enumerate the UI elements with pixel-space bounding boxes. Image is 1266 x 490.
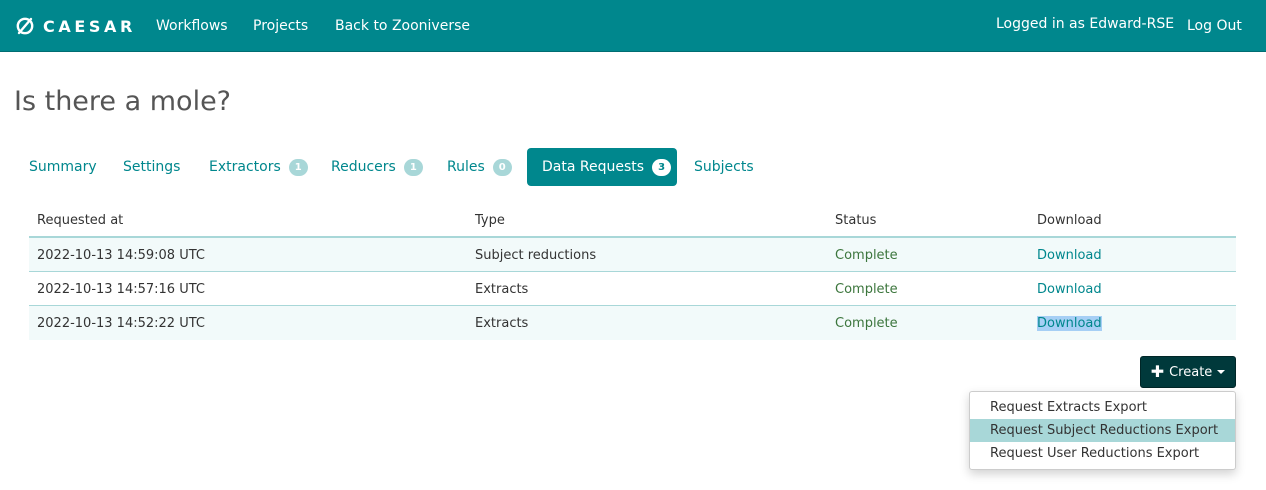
tab-rules[interactable]: Rules 0: [432, 148, 527, 186]
tab-subjects[interactable]: Subjects: [679, 148, 769, 186]
table-row: 2022-10-13 14:52:22 UTC Extracts Complet…: [29, 306, 1236, 340]
tab-data-requests[interactable]: Data Requests 3: [527, 148, 677, 186]
count-badge: 1: [403, 158, 423, 176]
requested-at-cell: 2022-10-13 14:57:16 UTC: [37, 282, 205, 297]
nav-projects[interactable]: Projects: [253, 0, 308, 52]
plus-icon: ✚: [1150, 362, 1165, 381]
logout-link[interactable]: Log Out: [1187, 0, 1242, 52]
tab-settings[interactable]: Settings: [108, 148, 195, 186]
nav-workflows[interactable]: Workflows: [156, 0, 228, 52]
create-label: Create: [1169, 364, 1213, 380]
top-navbar: CAESAR Workflows Projects Back to Zooniv…: [0, 0, 1266, 52]
requested-at-cell: 2022-10-13 14:52:22 UTC: [37, 316, 205, 331]
menu-item-request-subject-reductions-export[interactable]: Request Subject Reductions Export: [970, 419, 1235, 442]
nav-back-to-zooniverse[interactable]: Back to Zooniverse: [335, 0, 470, 52]
download-link[interactable]: Download: [1037, 282, 1102, 297]
page-title: Is there a mole?: [14, 86, 232, 117]
table-header: Requested at Type Status Download: [29, 203, 1236, 238]
tab-label: Summary: [29, 159, 97, 175]
column-header-requested-at: Requested at: [37, 213, 124, 228]
status-cell: Complete: [835, 248, 898, 263]
status-cell: Complete: [835, 282, 898, 297]
tab-label: Rules: [447, 159, 485, 175]
column-header-type: Type: [475, 213, 505, 228]
tab-label: Reducers: [331, 159, 396, 175]
tab-label: Data Requests: [542, 159, 645, 175]
create-dropdown-button[interactable]: ✚ Create: [1140, 356, 1236, 388]
column-header-download: Download: [1037, 213, 1102, 228]
tab-label: Settings: [123, 159, 181, 175]
tab-label: Subjects: [694, 159, 754, 175]
requested-at-cell: 2022-10-13 14:59:08 UTC: [37, 248, 205, 263]
count-badge: 0: [492, 158, 512, 176]
column-header-status: Status: [835, 213, 877, 228]
status-cell: Complete: [835, 316, 898, 331]
type-cell: Subject reductions: [475, 248, 597, 263]
count-badge: 3: [652, 158, 672, 176]
table-row: 2022-10-13 14:59:08 UTC Subject reductio…: [29, 238, 1236, 272]
count-badge: 1: [288, 158, 308, 176]
type-cell: Extracts: [475, 316, 529, 331]
create-dropdown-menu: Request Extracts Export Request Subject …: [969, 391, 1236, 470]
menu-item-request-user-reductions-export[interactable]: Request User Reductions Export: [970, 442, 1235, 465]
brand-text: CAESAR: [43, 16, 136, 36]
download-link[interactable]: Download: [1037, 316, 1102, 331]
logged-in-user: Logged in as Edward-RSE: [996, 16, 1175, 32]
tab-label: Extractors: [209, 159, 281, 175]
data-requests-table: Requested at Type Status Download 2022-1…: [29, 203, 1236, 340]
tab-summary[interactable]: Summary: [14, 148, 112, 186]
caret-down-icon: [1217, 370, 1226, 374]
brand[interactable]: CAESAR: [15, 0, 136, 52]
tab-reducers[interactable]: Reducers 1: [316, 148, 438, 186]
type-cell: Extracts: [475, 282, 529, 297]
menu-item-request-extracts-export[interactable]: Request Extracts Export: [970, 396, 1235, 419]
download-link[interactable]: Download: [1037, 248, 1102, 263]
caesar-logo-icon: [16, 17, 34, 35]
table-row: 2022-10-13 14:57:16 UTC Extracts Complet…: [29, 272, 1236, 306]
tab-extractors[interactable]: Extractors 1: [194, 148, 323, 186]
